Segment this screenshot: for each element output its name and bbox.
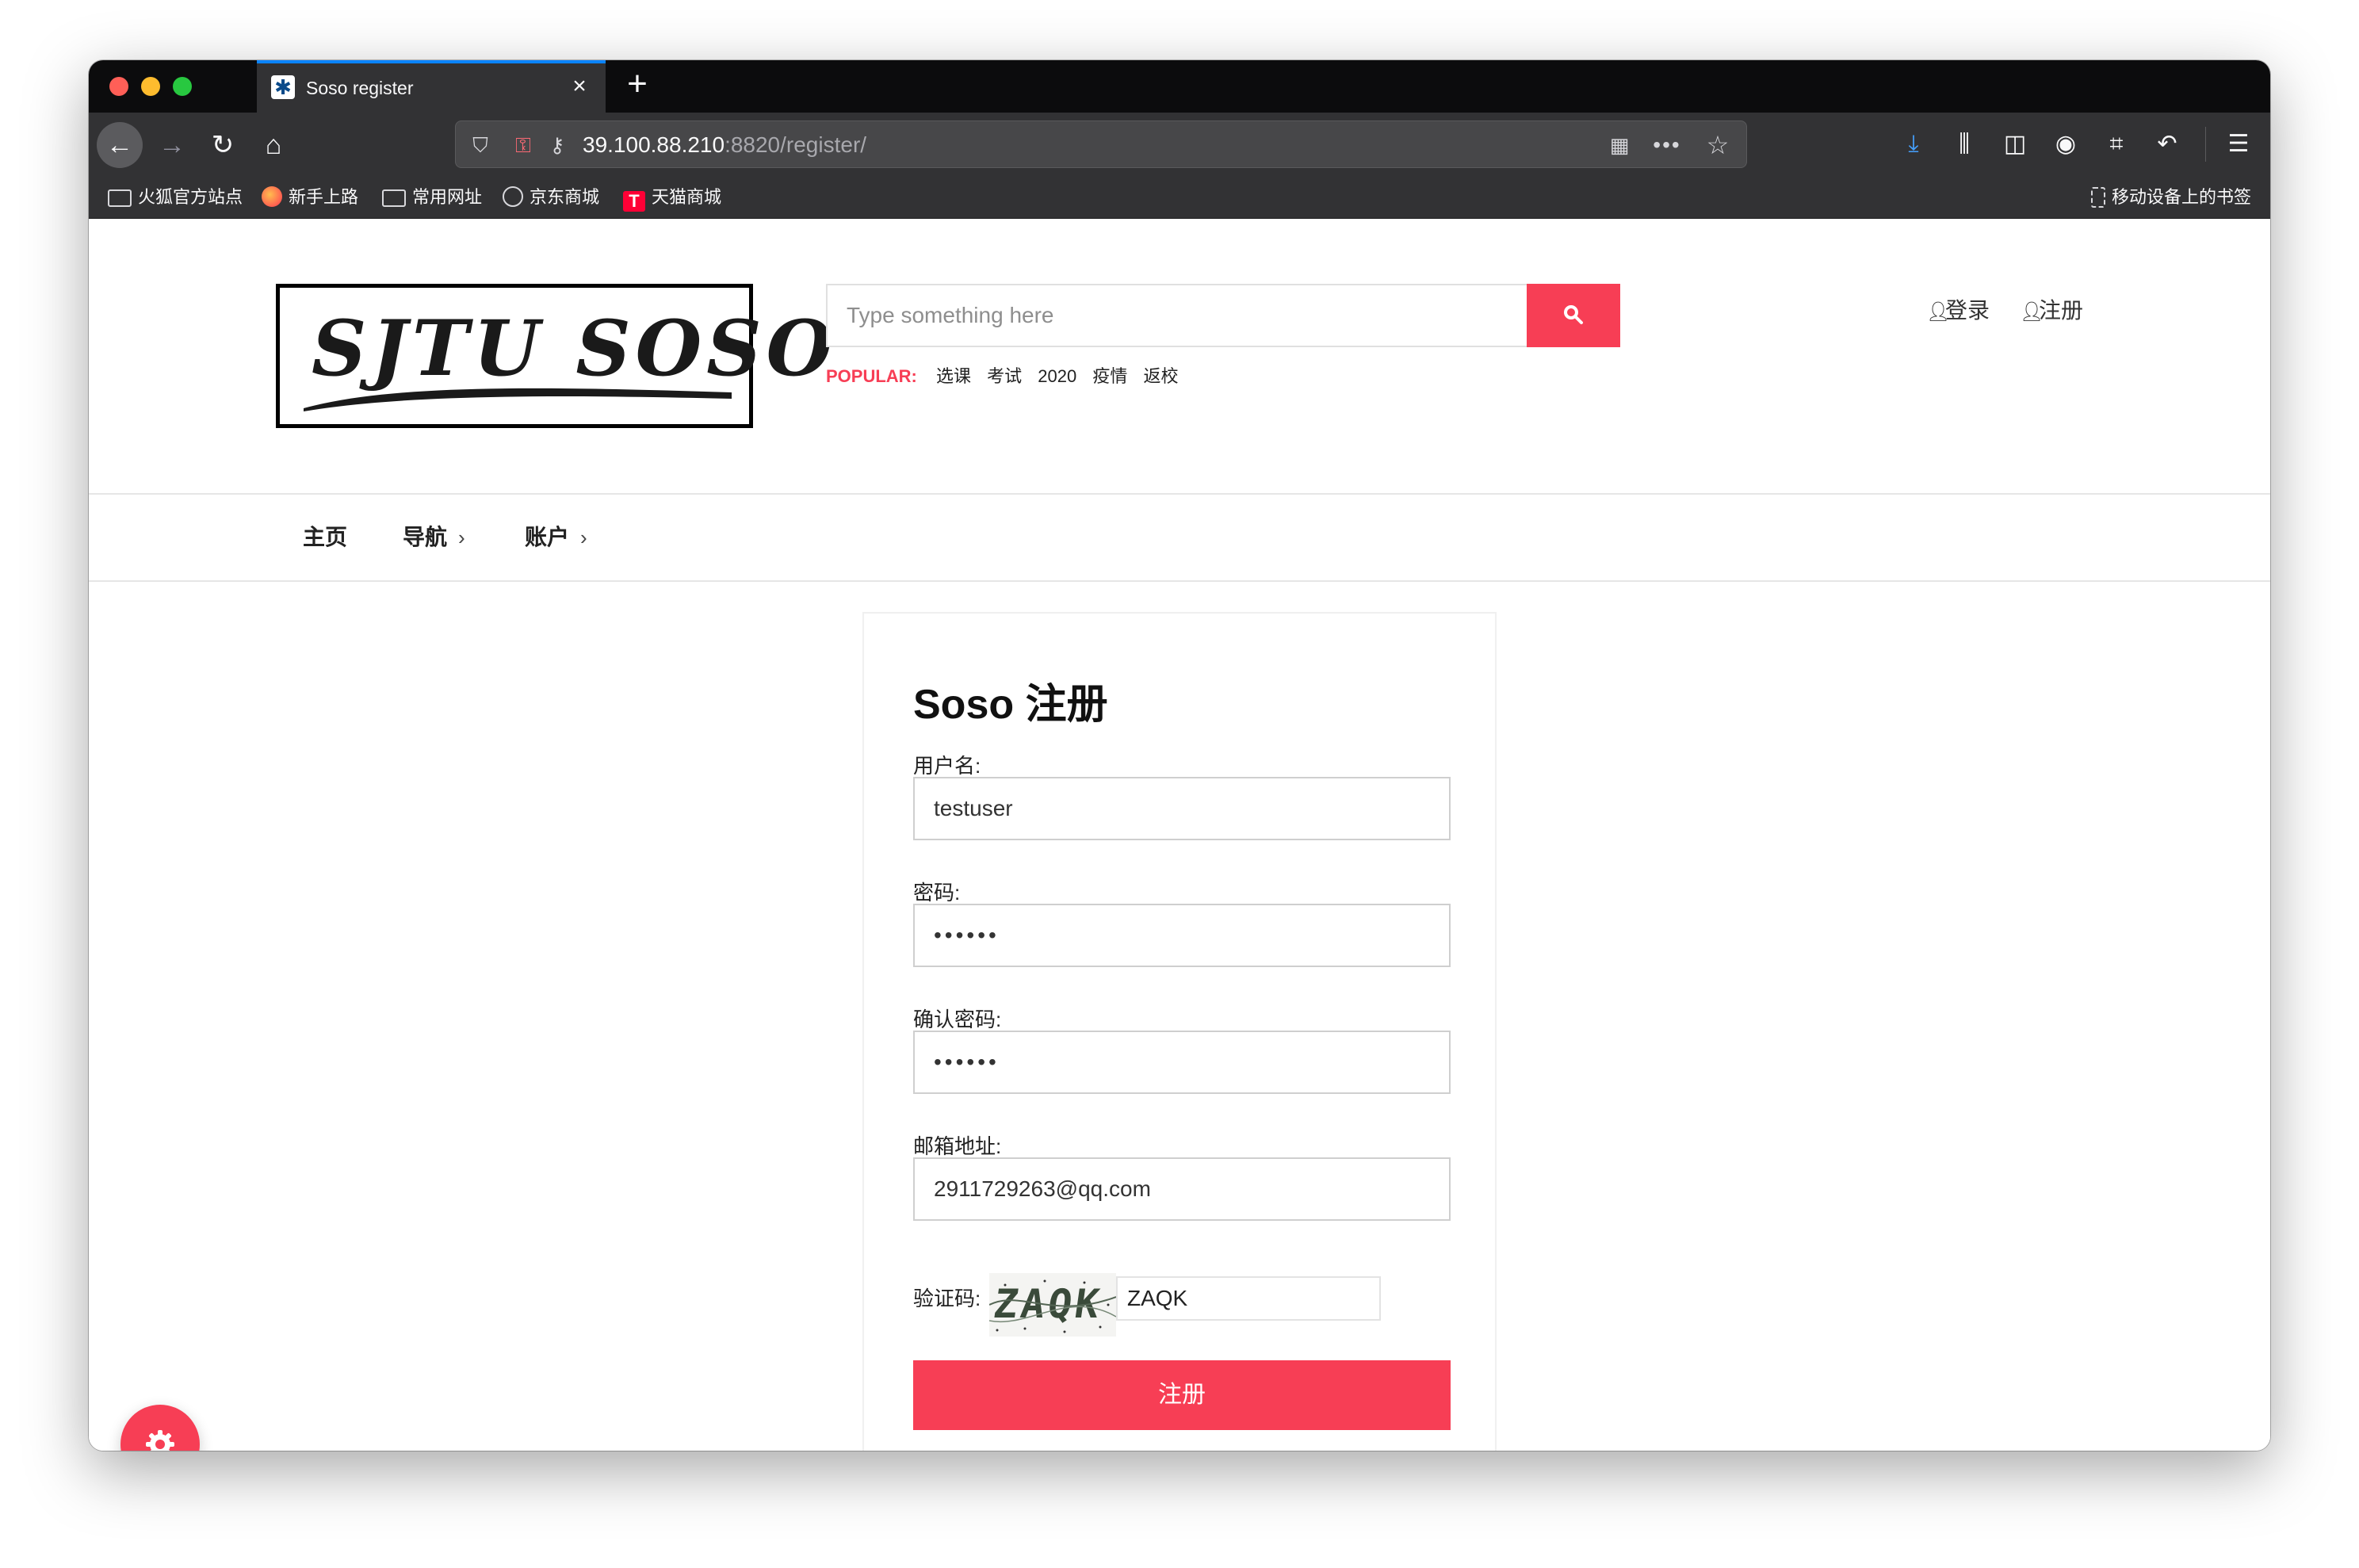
url-text[interactable]: 39.100.88.210:8820/register/ [583, 131, 866, 159]
search-box [826, 284, 1620, 347]
popular-tag[interactable]: 疫情 [1092, 366, 1127, 386]
add-user-icon: 👤︎ [2020, 301, 2044, 323]
url-host: 39.100.88.210 [583, 132, 725, 157]
form-title: Soso 注册 [913, 682, 1108, 728]
more-actions-icon[interactable]: ••• [1650, 131, 1684, 159]
address-bar[interactable]: ⛉ ⚿ ⚷ 39.100.88.210:8820/register/ ▦ •••… [455, 120, 1747, 168]
web-page: SJTU SOSO POPULAR: 选课 考试 2020 疫情 返校 👤︎登录… [89, 219, 2270, 1451]
menu-nav-label: 导航 [403, 525, 448, 549]
search-input[interactable] [828, 285, 1527, 346]
folder-icon [382, 189, 406, 207]
header-divider [89, 493, 2270, 495]
site-logo[interactable]: SJTU SOSO [276, 284, 832, 428]
firefox-icon [262, 186, 282, 207]
close-window-button[interactable] [109, 77, 128, 96]
key-icon[interactable]: ⚷ [541, 131, 573, 159]
popular-tag[interactable]: 返校 [1144, 366, 1179, 386]
register-submit-button[interactable]: 注册 [913, 1360, 1451, 1430]
register-link[interactable]: 👤︎注册 [2020, 295, 2083, 328]
bookmarks-toolbar: 火狐官方站点 新手上路 常用网址 京东商城 T 天猫商城 移动设备上的书签 [89, 176, 2270, 219]
tab-bar: ✱ Soso register × + [89, 60, 2270, 113]
mobile-bookmarks[interactable]: 移动设备上的书签 [2090, 184, 2251, 211]
reload-icon[interactable]: ↻ [200, 122, 246, 168]
mobile-bookmarks-label: 移动设备上的书签 [2111, 187, 2251, 207]
popular-searches: POPULAR: 选课 考试 2020 疫情 返校 [826, 365, 1190, 388]
bookmark-item[interactable]: T 天猫商城 [623, 184, 722, 212]
shield-icon[interactable]: ⛉ [467, 131, 494, 159]
browser-window: ✱ Soso register × + ← → ↻ ⌂ ⛉ ⚿ ⚷ 39.100… [89, 60, 2270, 1451]
insecure-lock-icon[interactable]: ⚿ [510, 131, 537, 159]
password-label: 密码: [913, 881, 961, 904]
captcha-image[interactable]: ZAQK [989, 1273, 1116, 1337]
captcha-noise [989, 1279, 1116, 1333]
popular-tag[interactable]: 选课 [936, 366, 971, 386]
zoom-window-button[interactable] [173, 77, 192, 96]
home-icon[interactable]: ⌂ [250, 122, 296, 168]
undo-arrow-icon[interactable]: ↶ [2147, 124, 2188, 165]
settings-fab-button[interactable] [120, 1405, 200, 1451]
popular-tag[interactable]: 2020 [1038, 366, 1076, 386]
email-field[interactable]: 2911729263@qq.com [913, 1157, 1451, 1221]
screenshot-crop-icon[interactable]: ⌗ [2096, 124, 2137, 165]
globe-icon [503, 186, 523, 207]
account-icon[interactable]: ◉ [2045, 124, 2086, 165]
popular-tag[interactable]: 考试 [987, 366, 1022, 386]
url-path: :8820/register/ [725, 132, 867, 157]
register-form-card: Soso 注册 用户名: testuser 密码: •••••• 确认密码: •… [862, 612, 1497, 1451]
menu-home-label: 主页 [303, 525, 348, 549]
bookmark-item[interactable]: 新手上路 [262, 184, 358, 211]
mobile-device-icon [2090, 187, 2105, 208]
toolbar-divider [2205, 127, 2206, 162]
captcha-input[interactable]: ZAQK [1116, 1276, 1381, 1321]
user-icon: 👤︎ [1926, 301, 1951, 323]
confirm-password-field[interactable]: •••••• [913, 1031, 1451, 1094]
bookmark-item[interactable]: 常用网址 [382, 184, 482, 211]
search-icon [1564, 305, 1583, 324]
popular-label: POPULAR: [826, 366, 917, 386]
bookmark-label: 天猫商城 [652, 187, 722, 207]
username-field[interactable]: testuser [913, 777, 1451, 840]
download-icon[interactable]: ⤓ [1893, 124, 1934, 165]
tmall-icon: T [623, 191, 645, 212]
bookmark-label: 火狐官方站点 [138, 187, 243, 207]
menu-item-nav[interactable]: 导航 › [403, 520, 465, 555]
chevron-right-icon: › [580, 526, 587, 549]
bookmark-label: 新手上路 [289, 187, 359, 207]
search-button[interactable] [1527, 284, 1620, 347]
minimize-window-button[interactable] [141, 77, 160, 96]
qr-code-icon[interactable]: ▦ [1605, 131, 1634, 159]
menu-item-account[interactable]: 账户 › [525, 520, 587, 555]
hamburger-menu-icon[interactable]: ☰ [2218, 124, 2259, 165]
bookmark-item[interactable]: 火狐官方站点 [108, 184, 243, 211]
library-icon[interactable]: ⫼ [1944, 124, 1985, 165]
captcha-label: 验证码: [913, 1287, 981, 1310]
folder-icon [108, 189, 132, 207]
confirm-password-label: 确认密码: [913, 1008, 1002, 1031]
register-label: 注册 [2039, 298, 2084, 323]
forward-arrow-icon[interactable]: → [149, 122, 195, 168]
email-label: 邮箱地址: [913, 1134, 1002, 1158]
tab-soso-register[interactable]: ✱ Soso register × [257, 60, 606, 113]
menu-divider [89, 580, 2270, 582]
bookmark-item[interactable]: 京东商城 [503, 184, 599, 211]
close-tab-icon[interactable]: × [566, 73, 593, 100]
bookmark-label: 京东商城 [530, 187, 600, 207]
gear-icon [146, 1430, 174, 1451]
login-link[interactable]: 👤︎登录 [1926, 295, 1990, 328]
sidebar-icon[interactable]: ◫ [1994, 124, 2036, 165]
snowflake-favicon-icon: ✱ [271, 75, 295, 99]
navigation-toolbar: ← → ↻ ⌂ ⛉ ⚿ ⚷ 39.100.88.210:8820/registe… [89, 113, 2270, 176]
back-arrow-icon[interactable]: ← [97, 122, 143, 168]
menu-item-home[interactable]: 主页 [303, 520, 347, 555]
logo-swoosh [304, 388, 732, 411]
login-label: 登录 [1945, 298, 1990, 323]
chevron-right-icon: › [458, 526, 465, 549]
bookmark-star-icon[interactable]: ☆ [1702, 131, 1734, 159]
bookmark-label: 常用网址 [412, 187, 483, 207]
tab-title: Soso register [306, 78, 414, 98]
username-label: 用户名: [913, 754, 981, 778]
menu-account-label: 账户 [525, 525, 570, 549]
password-field[interactable]: •••••• [913, 904, 1451, 967]
new-tab-plus-icon[interactable]: + [620, 67, 655, 103]
